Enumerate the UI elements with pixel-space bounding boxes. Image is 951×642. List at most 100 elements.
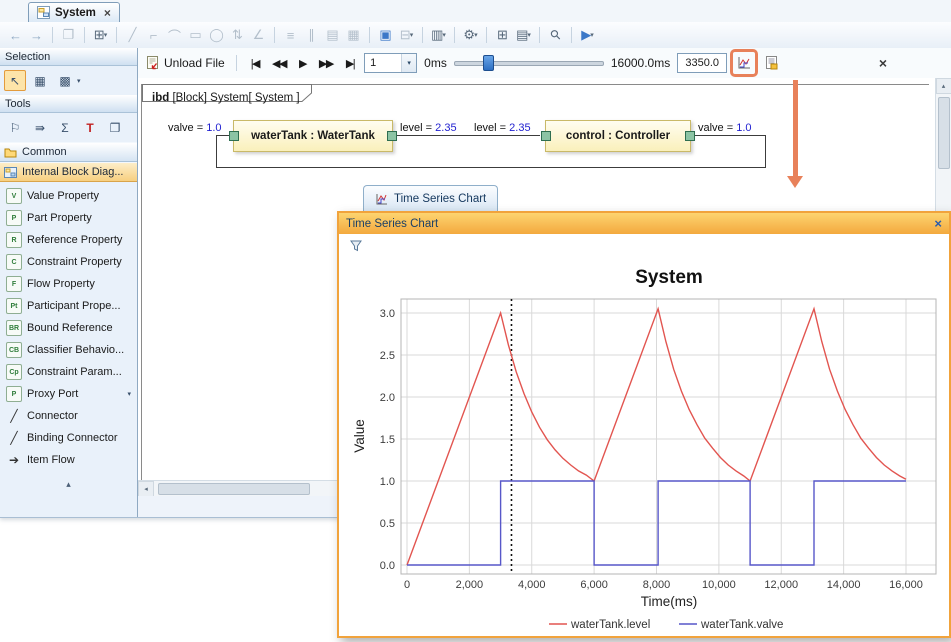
marquee-tool-icon[interactable]: ▦ xyxy=(29,70,51,91)
table-icon[interactable]: ⊞ xyxy=(493,25,512,45)
chart-window-close-button[interactable]: × xyxy=(934,216,942,231)
play-button[interactable]: ▶ xyxy=(296,57,309,70)
copy-style-icon-caret[interactable]: ▾ xyxy=(410,31,414,39)
view-options-icon[interactable]: ▤▾ xyxy=(514,25,533,45)
svg-text:10,000: 10,000 xyxy=(702,579,736,591)
sidebar-item-part-property[interactable]: PPart Property xyxy=(0,207,137,229)
sidebar-item-bound-reference[interactable]: BRBound Reference xyxy=(0,317,137,339)
distribute-icon[interactable]: ∥ xyxy=(302,25,321,45)
arc-tool-icon[interactable]: ⌒ xyxy=(165,25,184,45)
unload-file-label: Unload File xyxy=(164,56,225,70)
align-icon[interactable]: ≡ xyxy=(281,25,300,45)
connector-valve-right-drop[interactable] xyxy=(765,135,766,168)
simulation-options-button[interactable] xyxy=(761,53,781,73)
category-internal-block-diagram[interactable]: Internal Block Diag... xyxy=(0,162,137,182)
combo-caret-icon[interactable]: ▾ xyxy=(401,54,416,72)
cursor-tool-icon[interactable]: ↖ xyxy=(4,70,26,91)
folder-icon xyxy=(4,147,17,158)
paste-icon[interactable]: ▣ xyxy=(376,25,395,45)
same-size-icon[interactable]: ▤ xyxy=(323,25,342,45)
proxy-port-icon: P xyxy=(6,386,22,402)
layout-icon[interactable]: ⊞▾ xyxy=(91,25,110,45)
snap-grid-icon[interactable]: ▦ xyxy=(344,25,363,45)
run-icon-caret[interactable]: ▾ xyxy=(590,31,594,39)
connector-valve-bottom[interactable] xyxy=(216,167,766,168)
selection-panel-header[interactable]: Selection xyxy=(0,48,137,66)
search-icon[interactable]: ⚲ xyxy=(546,25,565,45)
pan-tool-icon[interactable]: ⚐ xyxy=(4,117,26,138)
proxy-port-caret-icon[interactable]: ▾ xyxy=(127,390,131,398)
category-common[interactable]: Common xyxy=(0,142,137,162)
part-control[interactable]: control : Controller xyxy=(545,120,691,152)
document-tab-system[interactable]: System × xyxy=(28,2,120,22)
sidebar-item-flow-property[interactable]: FFlow Property xyxy=(0,273,137,295)
part-watertank[interactable]: waterTank : WaterTank xyxy=(233,120,393,152)
settings-icon-caret[interactable]: ▾ xyxy=(474,31,478,39)
sidebar-collapse-button[interactable]: ▴ xyxy=(0,471,137,495)
skip-to-start-button[interactable]: |◀ xyxy=(248,57,262,70)
time-slider[interactable] xyxy=(454,54,604,72)
skip-to-end-button[interactable]: ▶| xyxy=(343,57,357,70)
sum-tool-icon[interactable]: Σ xyxy=(54,117,76,138)
control-left-port[interactable] xyxy=(541,131,551,141)
unload-file-button[interactable]: Unload File xyxy=(146,56,225,70)
tab-close-icon[interactable]: × xyxy=(104,6,111,20)
connector-valve-stub-left[interactable] xyxy=(216,135,229,136)
watertank-left-port[interactable] xyxy=(229,131,239,141)
filter-icon[interactable] xyxy=(350,240,362,252)
containment-icon[interactable]: ❐ xyxy=(59,25,78,45)
group-select-icon-caret[interactable]: ▾ xyxy=(77,77,81,85)
sidebar-item-classifier-behavio[interactable]: CBClassifier Behavio... xyxy=(0,339,137,361)
sidebar-item-binding-connector[interactable]: ╱Binding Connector xyxy=(0,427,137,449)
sidebar-item-constraint-param[interactable]: CpConstraint Param... xyxy=(0,361,137,383)
simulation-close-button[interactable]: × xyxy=(879,55,887,71)
route-tool-icon[interactable]: ⇅ xyxy=(228,25,247,45)
rewind-button[interactable]: ◀◀ xyxy=(269,57,289,70)
connector-level[interactable] xyxy=(396,135,540,136)
publish-icon[interactable]: ▥▾ xyxy=(429,25,448,45)
text-tool-icon[interactable]: T xyxy=(79,117,101,138)
line-tool-icon[interactable]: ╱ xyxy=(123,25,142,45)
sidebar-item-constraint-property[interactable]: CConstraint Property xyxy=(0,251,137,273)
item-flow-icon: ➔ xyxy=(6,452,22,468)
sidebar-item-participant-prope[interactable]: PtParticipant Prope... xyxy=(0,295,137,317)
connector-valve-stub-right[interactable] xyxy=(694,135,766,136)
watertank-right-port[interactable] xyxy=(387,131,397,141)
sidebar-item-reference-property[interactable]: RReference Property xyxy=(0,229,137,251)
chart-window-tab[interactable]: Time Series Chart xyxy=(363,185,498,212)
sidebar-item-value-property[interactable]: VValue Property xyxy=(0,185,137,207)
settings-icon[interactable]: ⚙▾ xyxy=(461,25,480,45)
tools-panel-header[interactable]: Tools xyxy=(0,95,137,113)
run-icon[interactable]: ▶▾ xyxy=(578,25,597,45)
time-slider-thumb[interactable] xyxy=(483,55,494,71)
time-series-chart-button[interactable] xyxy=(734,53,754,73)
sidebar-item-proxy-port[interactable]: PProxy Port▾ xyxy=(0,383,137,405)
copy-style-icon[interactable]: ⊟▾ xyxy=(397,25,416,45)
sidebar-item-item-flow[interactable]: ➔Item Flow xyxy=(0,449,137,471)
control-right-port[interactable] xyxy=(685,131,695,141)
publish-icon-caret[interactable]: ▾ xyxy=(442,31,446,39)
group-select-icon[interactable]: ▩ xyxy=(54,70,76,91)
forward-icon[interactable]: → xyxy=(27,25,46,45)
connector-valve-left-drop[interactable] xyxy=(216,135,217,168)
scroll-up-button[interactable]: ▴ xyxy=(936,78,951,94)
oval-tool-icon[interactable]: ◯ xyxy=(207,25,226,45)
horizontal-scroll-thumb[interactable] xyxy=(158,483,310,495)
chart-window-titlebar[interactable]: Time Series Chart × xyxy=(339,213,949,234)
vertical-scroll-thumb[interactable] xyxy=(938,97,950,169)
layout-icon-caret[interactable]: ▾ xyxy=(104,31,108,39)
fast-forward-button[interactable]: ▶▶ xyxy=(316,57,336,70)
trigger-select[interactable]: 1 ▾ xyxy=(364,53,417,73)
back-icon[interactable]: ← xyxy=(6,25,25,45)
scroll-left-button[interactable]: ◂ xyxy=(138,481,154,497)
route-tool-icon[interactable]: ⇛ xyxy=(29,117,51,138)
angle-tool-icon[interactable]: ∠ xyxy=(249,25,268,45)
corner-tool-icon[interactable]: ⌐ xyxy=(144,25,163,45)
time-slider-track[interactable] xyxy=(454,61,604,66)
current-time-input[interactable]: 3350.0 xyxy=(677,53,727,73)
overlay-tool-icon[interactable]: ❐ xyxy=(104,117,126,138)
rect-tool-icon[interactable]: ▭ xyxy=(186,25,205,45)
gridlines xyxy=(401,299,936,574)
view-options-icon-caret[interactable]: ▾ xyxy=(527,31,531,39)
sidebar-item-connector[interactable]: ╱Connector xyxy=(0,405,137,427)
